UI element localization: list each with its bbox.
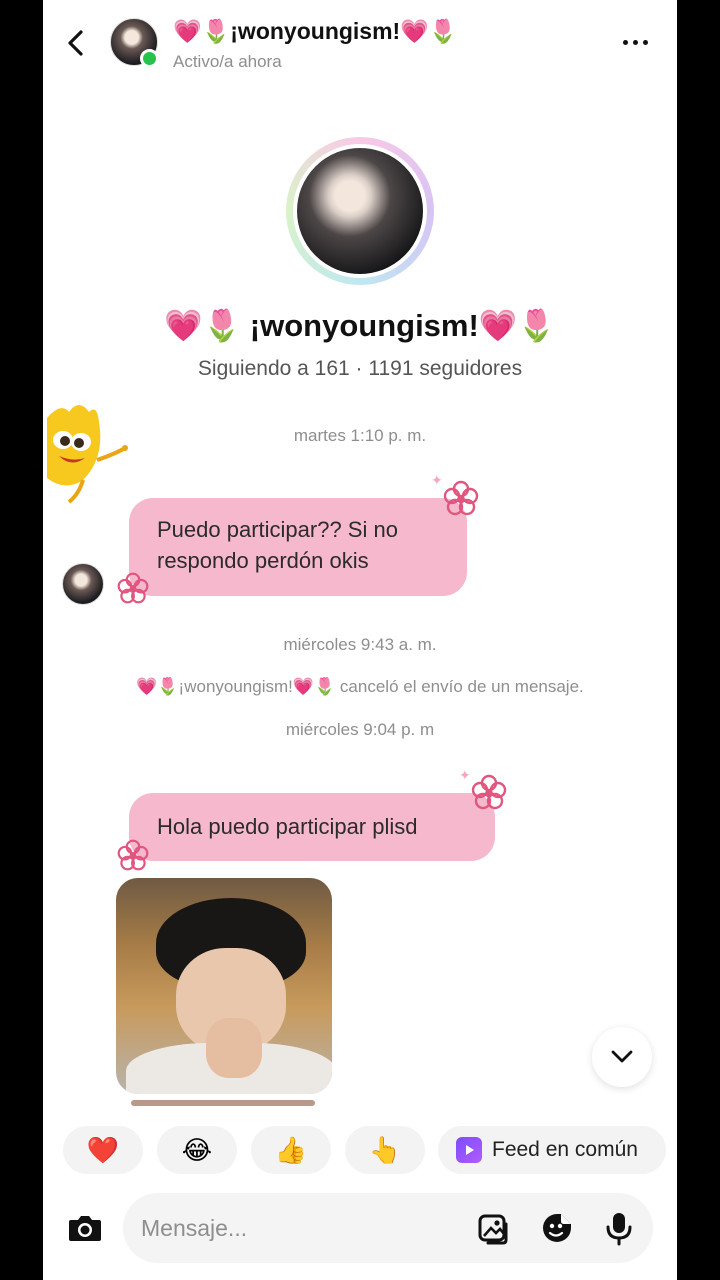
online-status-dot bbox=[140, 49, 159, 68]
reaction-heart-button[interactable]: ❤️ bbox=[63, 1126, 143, 1174]
timestamp: miércoles 9:04 p. m bbox=[285, 720, 435, 739]
chat-header: 💗🌷¡wonyoungism!💗🌷 Activo/a ahora bbox=[43, 0, 677, 86]
message-input[interactable] bbox=[141, 1209, 441, 1247]
shared-photo[interactable] bbox=[116, 878, 332, 1094]
flower-icon bbox=[471, 774, 507, 810]
back-button[interactable] bbox=[61, 26, 91, 60]
microphone-icon[interactable] bbox=[601, 1210, 637, 1246]
message-bubble[interactable]: Hola puedo participar plisd bbox=[129, 793, 495, 861]
sparkle-icon: ✦ bbox=[431, 472, 443, 488]
sparkle-icon: ✦ bbox=[459, 767, 471, 783]
flower-icon bbox=[443, 480, 479, 516]
sticker-icon[interactable] bbox=[539, 1210, 575, 1246]
photo-content bbox=[206, 1018, 262, 1078]
shared-feed-button[interactable]: Feed en común bbox=[438, 1126, 666, 1174]
tulip-character-sticker bbox=[47, 405, 128, 504]
flower-icon bbox=[117, 839, 149, 871]
profile-name[interactable]: 💗🌷 ¡wonyoungism!💗🌷 bbox=[43, 307, 677, 344]
chat-screen: 💗🌷¡wonyoungism!💗🌷 Activo/a ahora 💗🌷 ¡won… bbox=[43, 0, 677, 1280]
profile-avatar bbox=[293, 144, 427, 278]
more-options-button[interactable] bbox=[617, 26, 653, 58]
header-username[interactable]: 💗🌷¡wonyoungism!💗🌷 bbox=[173, 18, 457, 45]
reaction-pointing-button[interactable]: 👆 bbox=[345, 1126, 425, 1174]
reaction-thumbs-up-button[interactable]: 👍 bbox=[251, 1126, 331, 1174]
timestamp: miércoles 9:43 a. m. bbox=[283, 635, 437, 654]
heart-icon: ❤️ bbox=[86, 1134, 120, 1165]
camera-button[interactable] bbox=[63, 1206, 107, 1250]
chevron-left-icon bbox=[68, 30, 83, 56]
gallery-icon[interactable] bbox=[476, 1210, 512, 1246]
flower-icon bbox=[117, 572, 149, 604]
feed-video-icon bbox=[456, 1137, 482, 1163]
more-dots-icon bbox=[622, 39, 628, 45]
quick-reactions-bar: ❤️ 😂 👍 👆 Feed en común bbox=[63, 1126, 677, 1176]
chevron-down-icon bbox=[611, 1050, 633, 1063]
sender-avatar[interactable] bbox=[62, 563, 104, 605]
timestamp: martes 1:10 p. m. bbox=[293, 426, 427, 445]
thumbs-up-icon: 👍 bbox=[274, 1134, 308, 1165]
message-bubble[interactable]: Puedo participar?? Si no respondo perdón… bbox=[129, 498, 467, 596]
next-photo-edge[interactable] bbox=[131, 1100, 315, 1106]
unsent-message-notice: 💗🌷¡wonyoungism!💗🌷 canceló el envío de un… bbox=[136, 677, 584, 696]
reaction-laugh-button[interactable]: 😂 bbox=[157, 1126, 237, 1174]
more-dots-icon bbox=[642, 39, 648, 45]
camera-icon bbox=[69, 1216, 101, 1241]
laughing-face-icon: 😂 bbox=[181, 1134, 213, 1165]
message-composer bbox=[123, 1193, 653, 1263]
pointing-hand-icon: 👆 bbox=[368, 1134, 402, 1165]
scroll-to-bottom-button[interactable] bbox=[592, 1027, 652, 1087]
shared-feed-label: Feed en común bbox=[492, 1138, 638, 1161]
profile-avatar-ring[interactable] bbox=[286, 137, 434, 285]
header-activity-status: Activo/a ahora bbox=[173, 52, 282, 71]
profile-stats: Siguiendo a 161 · 1191 seguidores bbox=[197, 357, 523, 380]
more-dots-icon bbox=[632, 39, 638, 45]
